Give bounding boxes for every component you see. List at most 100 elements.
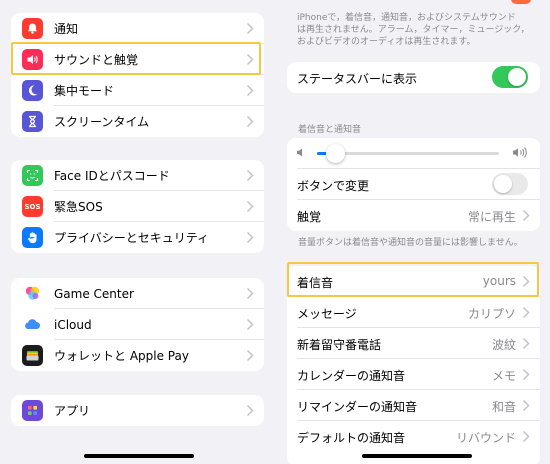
- chevron-right-icon: [246, 22, 254, 35]
- settings-group-2: Face IDとパスコード SOS 緊急SOS プライバシーとセキュリティ: [11, 160, 264, 253]
- settings-item-screen-time[interactable]: スクリーンタイム: [11, 106, 264, 137]
- footnote-line: およびビデオのオーディオは再生されます。: [297, 37, 476, 47]
- footnote-line: は再生されません。アラーム，タイマー，ミュージック，: [297, 25, 530, 35]
- sound-row-value: 和音: [491, 400, 516, 414]
- change-with-buttons-row[interactable]: ボタンで変更: [287, 169, 540, 200]
- footnote-line: iPhoneで，着信音，通知音，およびシステムサウンド: [297, 13, 516, 23]
- volume-slider-thumb[interactable]: [326, 144, 346, 163]
- haptics-label: 触覚: [297, 210, 322, 224]
- chevron-right-icon: [246, 200, 254, 213]
- chevron-right-icon: [246, 231, 254, 244]
- settings-item-face-id-passcode[interactable]: Face IDとパスコード: [11, 160, 264, 191]
- chevron-right-icon: [246, 84, 254, 97]
- settings-item-label: プライバシーとセキュリティ: [54, 231, 210, 245]
- sound-row-value: メモ: [491, 369, 516, 383]
- moon-icon: [22, 80, 43, 101]
- volume-buttons-footnote: 音量ボタンは着信音や通知音の音量には影響しません。: [298, 238, 523, 248]
- settings-item-label: スクリーンタイム: [54, 115, 150, 129]
- sound-row-messages[interactable]: メッセージ カリプソ: [287, 297, 540, 328]
- sound-row-label: デフォルトの通知音: [297, 431, 406, 445]
- chevron-right-icon: [246, 169, 254, 182]
- apps-icon: [22, 400, 43, 421]
- settings-item-label: サウンドと触覚: [54, 53, 139, 67]
- sound-row-new-voicemail[interactable]: 新着留守番電話 波紋: [287, 328, 540, 359]
- chevron-right-icon: [246, 53, 254, 66]
- sound-row-label: 着信音: [297, 276, 334, 290]
- settings-item-label: ウォレットと Apple Pay: [54, 349, 189, 363]
- status-bar-toggle[interactable]: [492, 66, 528, 88]
- sound-row-value: 波紋: [491, 338, 516, 352]
- settings-list-pane: 通知 サウンドと触覚 集中モード スクリーンタイム Face IDとパスコード …: [0, 0, 275, 464]
- sound-row-calendar-alerts[interactable]: カレンダーの通知音 メモ: [287, 359, 540, 390]
- chevron-right-icon: [246, 349, 254, 362]
- sos-icon: SOS: [22, 196, 43, 217]
- ringtone-section-header: 着信音と通知音: [298, 125, 362, 135]
- bell-icon: [22, 18, 43, 39]
- haptics-row[interactable]: 触覚 常に再生: [287, 200, 540, 231]
- chevron-right-icon: [522, 337, 530, 350]
- volume-group: ボタンで変更 触覚 常に再生: [287, 138, 540, 231]
- chevron-right-icon: [246, 404, 254, 417]
- partial-toggle: [511, 0, 531, 4]
- wallet-icon: [22, 345, 43, 366]
- change-with-buttons-toggle[interactable]: [492, 173, 528, 195]
- settings-group-4: アプリ: [11, 395, 264, 426]
- settings-item-label: Game Center: [54, 286, 134, 301]
- settings-item-emergency-sos[interactable]: SOS 緊急SOS: [11, 191, 264, 222]
- sound-row-reminder-alerts[interactable]: リマインダーの通知音 和音: [287, 390, 540, 421]
- settings-item-label: 集中モード: [54, 84, 115, 98]
- toggle-knob: [508, 68, 526, 86]
- speaker-icon: [22, 49, 43, 70]
- settings-group-3: Game Center iCloud ウォレットと Apple Pay: [11, 278, 264, 371]
- home-indicator: [84, 454, 194, 458]
- hourglass-icon: [22, 111, 43, 132]
- chevron-right-icon: [522, 430, 530, 443]
- haptics-value: 常に再生: [467, 210, 516, 224]
- sound-row-label: メッセージ: [297, 307, 357, 321]
- settings-item-icloud[interactable]: iCloud: [11, 309, 264, 340]
- sound-row-ringtone[interactable]: 着信音 yours: [287, 266, 540, 297]
- settings-item-sounds-haptics[interactable]: サウンドと触覚: [11, 44, 264, 75]
- faceid-icon: [22, 165, 43, 186]
- hand-icon: [22, 227, 43, 248]
- home-indicator: [362, 454, 472, 458]
- sound-row-value: リバウンド: [455, 431, 516, 445]
- settings-item-privacy-security[interactable]: プライバシーとセキュリティ: [11, 222, 264, 253]
- chevron-right-icon: [522, 275, 530, 288]
- speaker-high-icon: [513, 147, 527, 158]
- sound-row-label: 新着留守番電話: [297, 338, 382, 352]
- chevron-right-icon: [522, 306, 530, 319]
- speaker-low-icon: [297, 148, 302, 157]
- chevron-right-icon: [246, 318, 254, 331]
- settings-item-label: 通知: [54, 22, 79, 36]
- sounds-group: 着信音 yours メッセージ カリプソ 新着留守番電話 波紋 カレンダーの通知…: [287, 266, 540, 464]
- status-bar-row[interactable]: ステータスバーに表示: [287, 62, 540, 93]
- sound-row-value: yours: [482, 274, 516, 288]
- chevron-right-icon: [246, 115, 254, 128]
- settings-item-wallet-apple-pay[interactable]: ウォレットと Apple Pay: [11, 340, 264, 371]
- sound-row-default-alerts[interactable]: デフォルトの通知音 リバウンド: [287, 421, 540, 452]
- cloud-icon: [22, 314, 43, 335]
- settings-item-label: iCloud: [54, 317, 92, 332]
- status-bar-group: ステータスバーに表示: [287, 62, 540, 93]
- settings-item-game-center[interactable]: Game Center: [11, 278, 264, 309]
- sound-row-label: カレンダーの通知音: [297, 369, 406, 383]
- sos-badge-text: SOS: [24, 202, 41, 211]
- settings-item-apps[interactable]: アプリ: [11, 395, 264, 426]
- volume-slider-row: [287, 138, 540, 169]
- volume-slider-track[interactable]: [317, 144, 499, 163]
- chevron-right-icon: [246, 287, 254, 300]
- chevron-right-icon: [522, 399, 530, 412]
- change-with-buttons-label: ボタンで変更: [297, 179, 370, 193]
- settings-item-label: 緊急SOS: [54, 200, 103, 214]
- status-bar-label: ステータスバーに表示: [297, 72, 418, 86]
- silent-mode-footnote: iPhoneで，着信音，通知音，およびシステムサウンド は再生されません。アラー…: [297, 12, 529, 48]
- settings-item-notifications[interactable]: 通知: [11, 13, 264, 44]
- settings-item-label: アプリ: [54, 404, 91, 418]
- chevron-right-icon: [522, 209, 530, 222]
- sound-row-value: カリプソ: [467, 307, 516, 321]
- settings-item-label: Face IDとパスコード: [54, 169, 170, 183]
- settings-item-focus[interactable]: 集中モード: [11, 75, 264, 106]
- game-center-icon: [22, 283, 43, 304]
- chevron-right-icon: [522, 368, 530, 381]
